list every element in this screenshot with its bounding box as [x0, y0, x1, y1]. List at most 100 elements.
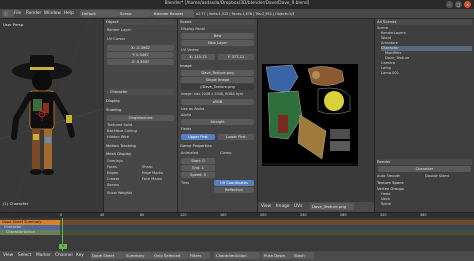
uv-coordinates-button[interactable]: UV Coordinates [214, 180, 254, 186]
game-properties-section[interactable]: Game Properties [180, 143, 255, 149]
ruler-tick: 40 [100, 213, 105, 217]
textured-solid-toggle[interactable]: Textured Solid [107, 123, 174, 128]
dope-sheet[interactable]: 0 40 80 120 160 200 240 280 320 360 Dope… [0, 212, 474, 261]
outliner-header[interactable]: All Scenes [377, 19, 472, 25]
clamp-toggle[interactable]: Clamp [220, 151, 254, 156]
shading-section[interactable]: Shading [106, 107, 175, 113]
tiles-toggle[interactable]: Tiles [181, 181, 211, 186]
timeline-menu-channel[interactable]: Channel [55, 253, 73, 258]
action-selector[interactable]: CharacterAction [214, 252, 260, 259]
push-down-button[interactable]: Push Down [262, 252, 292, 259]
mesh-name-field[interactable]: Character [378, 166, 471, 172]
new-button[interactable]: New [181, 33, 254, 39]
uv-menu-uvs[interactable]: UVs [294, 204, 302, 209]
scene-stats: v2.77 | Verts:1,512 | Faces:1,476 | Tris… [196, 12, 295, 16]
image-section[interactable]: Image [180, 63, 255, 69]
face-marks-toggle[interactable]: Face Marks [142, 177, 174, 182]
alpha-label: Alpha [181, 113, 192, 117]
current-frame[interactable]: 1 [59, 244, 67, 249]
start-field[interactable]: Start: 0 [181, 158, 215, 164]
render-engine-selector[interactable]: Blender Render [152, 10, 194, 17]
ruler-tick: 360 [420, 213, 427, 217]
image-source-select[interactable]: Single Image [181, 77, 254, 83]
timeline-menu-view[interactable]: View [3, 253, 13, 258]
uv-vertex-label: UV Vertex [181, 48, 199, 52]
summary-toggle[interactable]: Summary [124, 252, 152, 259]
maximize-button[interactable]: □ [455, 1, 462, 8]
file-path-field[interactable]: //Dave_Texture.png [181, 84, 254, 90]
reflection-button[interactable]: Reflection [214, 187, 254, 193]
display-panel-label: Display Panel [181, 27, 206, 31]
shading-mode-select[interactable]: Singletexture [107, 115, 174, 121]
hidden-wire-toggle[interactable]: Hidden Wire [107, 135, 174, 140]
location-z-field[interactable]: Z: 0.3907 [107, 59, 174, 65]
menu-window[interactable]: Window [44, 11, 61, 16]
lower-first-button[interactable]: Lower First [218, 134, 254, 140]
location-x-field[interactable]: X: -0.3962 [107, 45, 174, 51]
action-track[interactable] [60, 230, 474, 235]
layout-selector[interactable]: Default [80, 10, 118, 17]
animated-toggle[interactable]: Animated [181, 151, 215, 156]
ruler-tick: 320 [380, 213, 387, 217]
end-field[interactable]: End: 1 [181, 165, 215, 171]
uv-texture-image [262, 64, 358, 166]
alpha-mode-select[interactable]: Straight [181, 119, 254, 125]
image-name-field[interactable]: Dave_Texture.png [181, 70, 254, 76]
minimize-button[interactable]: – [446, 1, 453, 8]
uv-menu-image[interactable]: Image [276, 204, 289, 209]
menu-render[interactable]: Render [26, 11, 41, 16]
backface-culling-toggle[interactable]: Backface Culling [107, 129, 174, 134]
speed-field[interactable]: Speed: 0 [181, 172, 215, 178]
ruler-tick: 200 [260, 213, 267, 217]
location-y-field[interactable]: Y: 0.5467 [107, 52, 174, 58]
properties-header: Render [377, 159, 472, 165]
channel-action[interactable]: CharacterAction [0, 230, 60, 235]
menu-help[interactable]: Help [64, 11, 74, 16]
uv-image-selector[interactable]: Dave_Texture.png [310, 203, 354, 210]
auto-smooth-toggle[interactable]: Auto Smooth [377, 174, 421, 179]
filters-button[interactable]: Filters [188, 252, 210, 259]
properties-panel: Object Render Layer UV Cursor X: -0.3962… [103, 19, 177, 212]
ruler-tick: 280 [340, 213, 347, 217]
seams-toggle[interactable]: Seams [107, 183, 139, 188]
motion-tracking-section[interactable]: Motion Tracking [106, 143, 175, 149]
image-properties-panel: Scene Display Panel New New Layer UV Ver… [177, 19, 257, 212]
scene-selector[interactable]: Scene [118, 10, 152, 17]
close-button[interactable]: ✕ [464, 1, 471, 8]
uv-props-header: Scene [180, 19, 255, 25]
dope-sheet-mode-select[interactable]: Dope Sheet [90, 252, 124, 259]
uv-y-field[interactable]: Y: 377.11 [218, 54, 254, 60]
vertex-group-item[interactable]: Spine [381, 202, 472, 207]
uv-x-field[interactable]: X: 115.73 [181, 54, 215, 60]
timeline-menu-marker[interactable]: Marker [36, 253, 51, 258]
uv-image-editor[interactable]: View Image UVs Dave_Texture.png [257, 19, 374, 212]
color-space-select[interactable]: sRGB [181, 99, 254, 105]
double-sided-toggle[interactable]: Double Sided [425, 174, 472, 179]
only-selected-toggle[interactable]: Only Selected [152, 252, 188, 259]
image-info: Image: size 2048 x 2048, RGBA byte [181, 92, 244, 96]
uv-menu-view[interactable]: View [261, 204, 271, 209]
character-model [0, 19, 103, 212]
fields-toggle[interactable]: Fields [181, 127, 254, 132]
object-name-field[interactable]: Character [107, 89, 174, 95]
display-section[interactable]: Display [106, 98, 175, 104]
outliner-item-lamp-001[interactable]: Lamp.001 [381, 71, 472, 76]
stash-button[interactable]: Stash [292, 252, 314, 259]
faces-toggle[interactable]: Faces [107, 165, 139, 170]
edges-toggle[interactable]: Edges [107, 171, 139, 176]
timeline-ruler[interactable]: 0 40 80 120 160 200 240 280 320 360 [0, 213, 474, 218]
sharp-toggle[interactable]: Sharp [142, 165, 174, 170]
ruler-tick: 160 [220, 213, 227, 217]
3d-viewport[interactable]: User Persp (1) Character [0, 19, 103, 212]
timeline-menu-key[interactable]: Key [76, 253, 84, 258]
mesh-display-section[interactable]: Mesh Display [106, 151, 175, 157]
editor-type-icon[interactable]: ⓘ [2, 10, 14, 17]
use-alpha-toggle[interactable]: Use as Alpha [181, 107, 254, 112]
new-layer-button[interactable]: New Layer [181, 40, 254, 46]
timeline-menu-select[interactable]: Select [18, 253, 31, 258]
edge-marks-toggle[interactable]: Edge Marks [142, 171, 174, 176]
crease-toggle[interactable]: Crease [107, 177, 139, 182]
show-weights-toggle[interactable]: Show Weights [107, 191, 174, 196]
upper-first-button[interactable]: Upper First [181, 134, 215, 140]
menu-file[interactable]: File [14, 11, 21, 16]
